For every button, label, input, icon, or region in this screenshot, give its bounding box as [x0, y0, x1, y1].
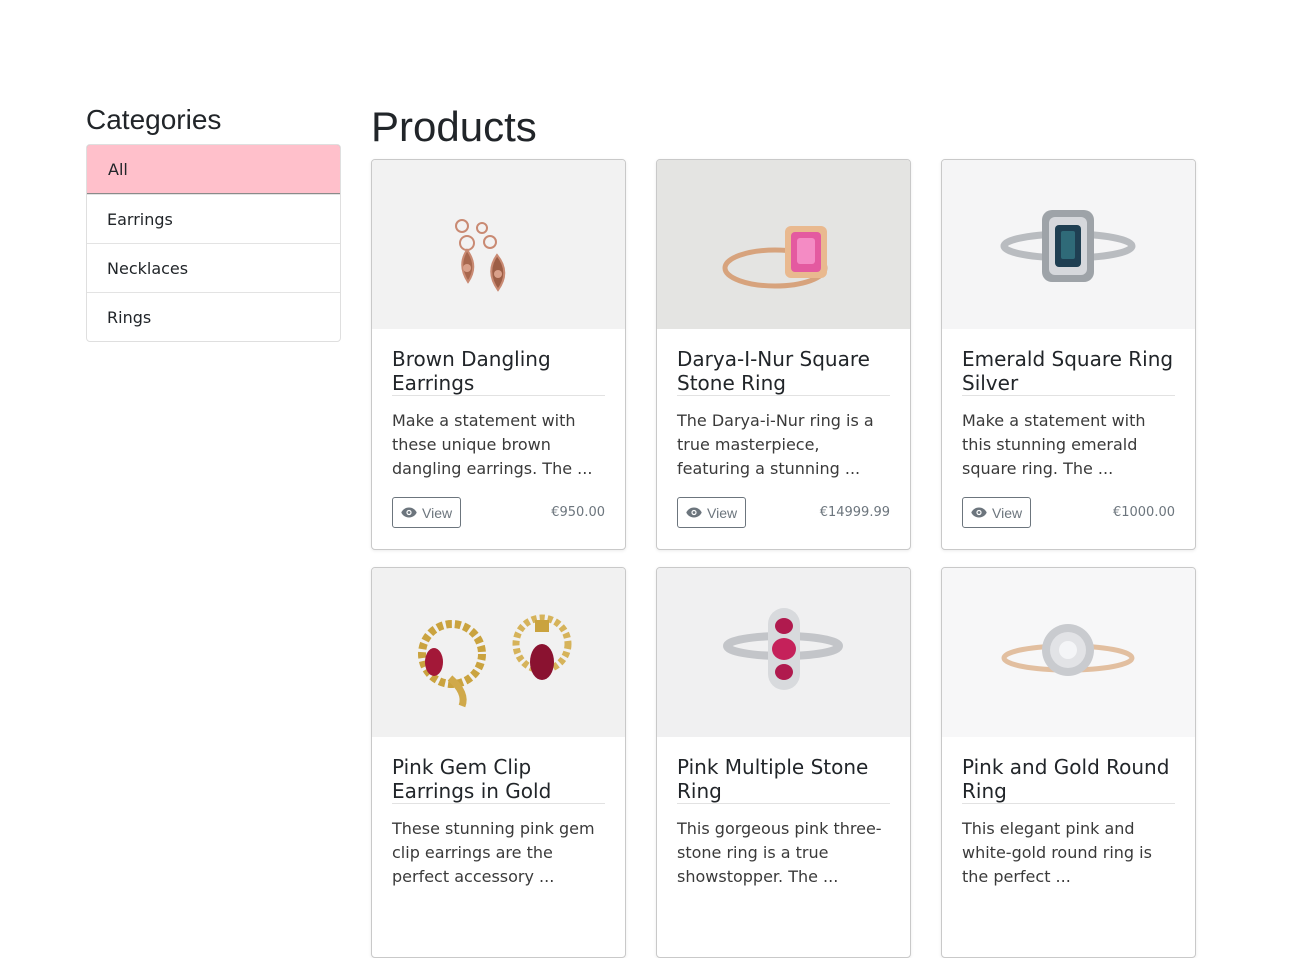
product-price: €950.00 — [551, 505, 605, 520]
product-title[interactable]: Pink Gem Clip Earrings in Gold — [392, 755, 605, 804]
product-title[interactable]: Brown Dangling Earrings — [392, 347, 605, 396]
product-description: Make a statement with these unique brown… — [392, 411, 593, 478]
page-title: Products — [371, 103, 537, 150]
view-button[interactable]: View — [392, 497, 462, 528]
product-title[interactable]: Pink Multiple Stone Ring — [677, 755, 890, 804]
view-button-label: View — [422, 504, 453, 521]
product-image[interactable] — [372, 160, 625, 329]
product-card: Pink Multiple Stone Ring This gorgeous p… — [656, 567, 911, 958]
view-button[interactable]: View — [677, 497, 747, 528]
category-item-all[interactable]: All — [87, 145, 340, 194]
view-button[interactable]: View — [962, 497, 1032, 528]
product-grid: Brown Dangling Earrings Make a statement… — [371, 159, 1196, 958]
eye-icon — [401, 507, 417, 518]
product-description: Make a statement with this stunning emer… — [962, 411, 1146, 478]
eye-icon — [686, 507, 702, 518]
view-button-label: View — [707, 504, 738, 521]
product-description: This elegant pink and white-gold round r… — [962, 819, 1152, 886]
earrings-image — [418, 614, 572, 708]
category-item-necklaces[interactable]: Necklaces — [87, 243, 340, 292]
category-item-rings[interactable]: Rings — [87, 292, 340, 341]
product-image[interactable] — [657, 160, 910, 329]
product-image[interactable] — [657, 568, 910, 737]
product-title[interactable]: Darya-I-Nur Square Stone Ring — [677, 347, 890, 396]
eye-icon — [971, 507, 987, 518]
category-item-earrings[interactable]: Earrings — [87, 194, 340, 243]
category-list: All Earrings Necklaces Rings — [86, 144, 341, 342]
product-title[interactable]: Pink and Gold Round Ring — [962, 755, 1175, 804]
product-image[interactable] — [372, 568, 625, 737]
product-title[interactable]: Emerald Square Ring Silver — [962, 347, 1175, 396]
product-image[interactable] — [942, 568, 1195, 737]
ring-image — [1001, 624, 1135, 676]
product-price: €1000.00 — [1112, 505, 1175, 520]
category-sidebar: Categories All Earrings Necklaces Rings — [86, 103, 341, 342]
product-description: The Darya-i-Nur ring is a true masterpie… — [677, 411, 874, 478]
product-image[interactable] — [942, 160, 1195, 329]
categories-heading: Categories — [86, 104, 222, 135]
products-section: Products Brown Dangling Earrings Make a … — [371, 100, 1196, 958]
view-button-label: View — [992, 504, 1023, 521]
product-price: €14999.99 — [819, 505, 890, 520]
earrings-image — [455, 219, 506, 292]
product-card: Darya-I-Nur Square Stone Ring The Darya-… — [656, 159, 911, 550]
product-card: Pink and Gold Round Ring This elegant pi… — [941, 567, 1196, 958]
ring-image — [722, 226, 828, 289]
product-card: Pink Gem Clip Earrings in Gold These stu… — [371, 567, 626, 958]
product-description: These stunning pink gem clip earrings ar… — [392, 819, 595, 886]
product-card: Brown Dangling Earrings Make a statement… — [371, 159, 626, 550]
product-description: This gorgeous pink three-stone ring is a… — [677, 819, 882, 886]
product-card: Emerald Square Ring Silver Make a statem… — [941, 159, 1196, 550]
ring-image — [1000, 210, 1136, 282]
ring-image — [723, 608, 843, 690]
